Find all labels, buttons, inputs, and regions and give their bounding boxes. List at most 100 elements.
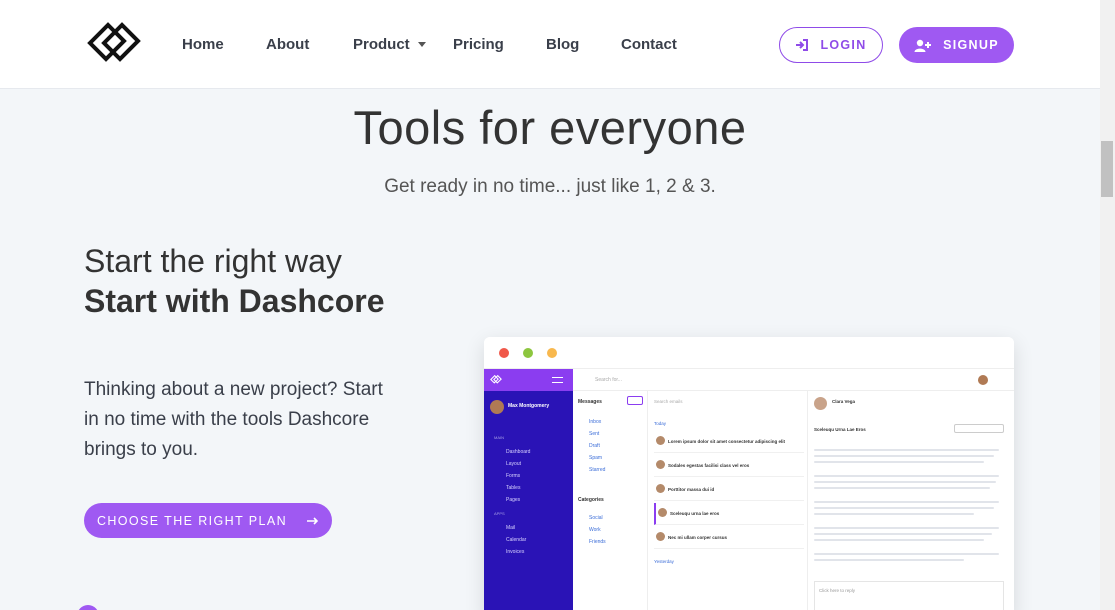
mock-nav-dashboard: Dashboard: [506, 449, 531, 455]
text-line: [814, 527, 999, 529]
site-header: Home About Product Pricing Blog Contact …: [0, 0, 1100, 89]
mock-nav-mail: Mail: [506, 525, 516, 531]
nav-home[interactable]: Home: [182, 36, 224, 53]
text-line: [814, 487, 990, 489]
nav-blog[interactable]: Blog: [546, 36, 579, 53]
folder-draft: Draft: [589, 443, 600, 449]
chevron-down-icon[interactable]: [418, 42, 426, 47]
avatar: [658, 508, 667, 517]
email-subject: Porttitor massa dui id: [668, 487, 715, 492]
maximize-dot: [547, 348, 557, 358]
hero-title: Tools for everyone: [353, 101, 747, 154]
scrollbar-track[interactable]: [1100, 0, 1115, 610]
reply-actions: [954, 424, 1004, 433]
arrow-right-icon: [307, 516, 319, 525]
text-line: [814, 455, 994, 457]
email-subject: Sceleuqu urna lae eros: [670, 511, 720, 516]
text-line: [814, 539, 984, 541]
category-social: Social: [589, 515, 603, 521]
compose-button: [627, 396, 643, 405]
sign-in-icon: [796, 39, 809, 51]
reply-placeholder: Click here to reply: [819, 588, 856, 593]
mock-sidebar-top: [484, 369, 573, 391]
signup-button[interactable]: SIGNUP: [899, 27, 1014, 63]
mock-main: Search for... Messages Inbox Sent Draft …: [573, 369, 1014, 610]
mock-topbar: Search for...: [573, 369, 1014, 391]
feature-heading: Start with Dashcore: [84, 283, 385, 319]
mock-nav-calendar: Calendar: [506, 537, 527, 543]
reader-subject: Sceleuqu Urna Lae Eros: [814, 427, 866, 432]
folder-starred: Starred: [589, 467, 606, 473]
close-dot: [499, 348, 509, 358]
email-row: Lorem ipsum dolor sit amet consectetur a…: [654, 431, 804, 453]
login-button[interactable]: LOGIN: [779, 27, 883, 63]
mock-email-list: Search emails Today Lorem ipsum dolor si…: [648, 391, 808, 610]
dashcore-logo[interactable]: [86, 21, 142, 65]
folder-spam: Spam: [589, 455, 603, 461]
nav-product[interactable]: Product: [353, 36, 410, 53]
mock-nav-layout: Layout: [506, 461, 522, 467]
avatar: [656, 484, 665, 493]
text-line: [814, 475, 999, 477]
user-plus-icon: [914, 39, 932, 52]
text-line: [814, 501, 999, 503]
avatar: [814, 397, 827, 410]
yesterday-label: Yesterday: [654, 559, 674, 564]
nav-pricing[interactable]: Pricing: [453, 36, 504, 53]
mock-section-main: MAIN: [494, 435, 504, 440]
categories-label: Categories: [578, 497, 604, 503]
mock-email-reader: Clara Vega Sceleuqu Urna Lae Eros Click …: [808, 391, 1014, 610]
dashboard-mockup: Max Montgomery MAIN Dashboard Layout For…: [484, 337, 1014, 610]
text-line: [814, 513, 974, 515]
mock-nav-invoices: Invoices: [506, 549, 525, 555]
email-subject: Lorem ipsum dolor sit amet consectetur a…: [668, 439, 786, 444]
feature-paragraph: Thinking about a new project? Start in n…: [84, 379, 383, 460]
bullet-dot: [77, 605, 99, 610]
text-line: [814, 481, 996, 483]
text-line: [814, 461, 984, 463]
email-row: Sodales egestas facilisi class vel eros: [654, 455, 804, 477]
email-row: Porttitor massa dui id: [654, 479, 804, 501]
menu-icon: [552, 377, 563, 383]
text-line: [814, 559, 964, 561]
today-label: Today: [654, 421, 667, 426]
hero-subtitle: Get ready in no time... just like 1, 2 &…: [384, 176, 716, 197]
text-line: [814, 553, 999, 555]
login-label: LOGIN: [820, 38, 867, 52]
mock-sidebar: Max Montgomery MAIN Dashboard Layout For…: [484, 369, 573, 610]
text-line: [814, 449, 999, 451]
text-line: [814, 507, 994, 509]
window-titlebar: [484, 337, 1014, 369]
dashcore-logo-small: [490, 374, 502, 384]
category-work: Work: [589, 527, 601, 533]
scrollbar-thumb[interactable]: [1101, 141, 1113, 197]
nav-contact[interactable]: Contact: [621, 36, 677, 53]
signup-label: SIGNUP: [943, 38, 999, 52]
choose-plan-button[interactable]: CHOOSE THE RIGHT PLAN: [84, 503, 332, 538]
folder-sent: Sent: [589, 431, 600, 437]
mock-avatar: [978, 375, 988, 385]
folder-inbox: Inbox: [589, 419, 602, 425]
choose-plan-label: CHOOSE THE RIGHT PLAN: [96, 513, 288, 528]
avatar: [490, 400, 504, 414]
mock-nav-forms: Forms: [506, 473, 521, 479]
mock-nav-tables: Tables: [506, 485, 521, 491]
reader-name: Clara Vega: [832, 399, 856, 404]
mock-nav-pages: Pages: [506, 497, 521, 503]
nav-about[interactable]: About: [266, 36, 309, 53]
text-line: [814, 533, 992, 535]
email-row: Nec mi ullam corper cursus: [654, 527, 804, 549]
avatar: [656, 436, 665, 445]
email-row: Sceleuqu urna lae eros: [654, 503, 804, 525]
mock-folders: Messages Inbox Sent Draft Spam Starred C…: [573, 391, 648, 610]
feature-line1: Start the right way: [84, 243, 342, 279]
email-subject: Sodales egestas facilisi class vel eros: [668, 463, 750, 468]
reply-box: Click here to reply: [814, 581, 1004, 610]
mock-user-name: Max Montgomery: [508, 403, 550, 409]
minimize-dot: [523, 348, 533, 358]
messages-label: Messages: [578, 399, 602, 405]
category-friends: Friends: [589, 539, 606, 545]
email-subject: Nec mi ullam corper cursus: [668, 535, 728, 540]
avatar: [656, 532, 665, 541]
mock-search-placeholder: Search for...: [595, 377, 622, 383]
